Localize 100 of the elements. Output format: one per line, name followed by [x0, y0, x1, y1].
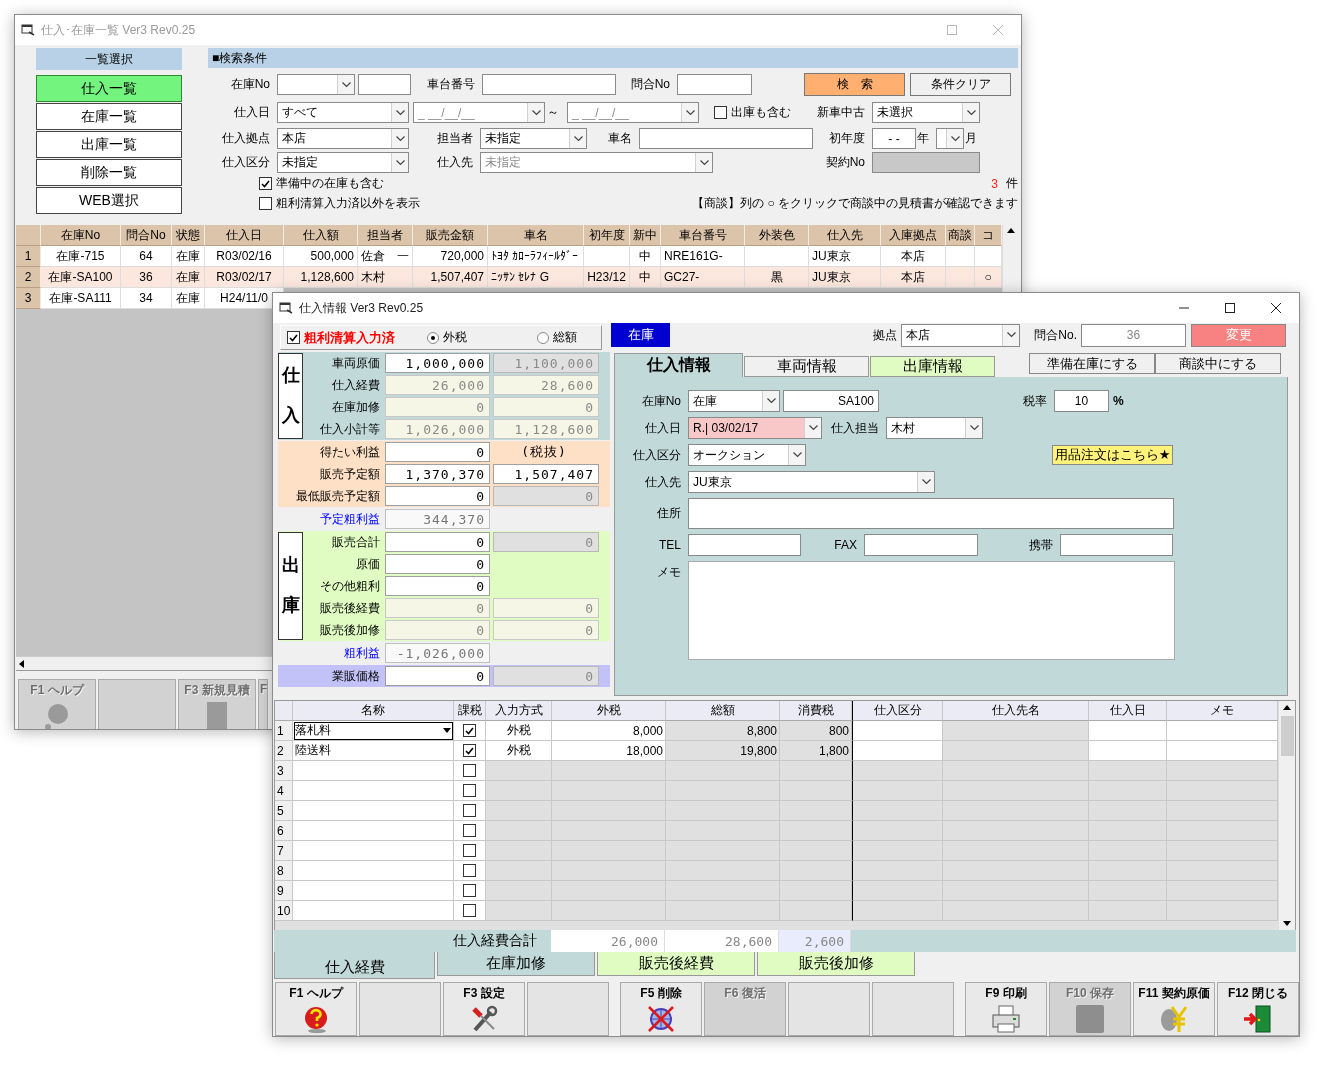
input-field[interactable]: [688, 534, 801, 556]
function-key[interactable]: F12 閉じる: [1217, 982, 1299, 1036]
checkbox[interactable]: [463, 744, 476, 757]
tab[interactable]: 出庫情報: [870, 356, 995, 377]
radio-button[interactable]: [537, 331, 549, 344]
table-cell[interactable]: [293, 841, 454, 861]
amount-field[interactable]: 1,000,000: [385, 353, 490, 373]
tab[interactable]: 仕入情報: [614, 353, 743, 377]
checkbox[interactable]: [463, 784, 476, 797]
checkbox[interactable]: [463, 804, 476, 817]
scroll-thumb[interactable]: [1280, 715, 1294, 756]
table-cell[interactable]: 落札料: [293, 721, 454, 741]
amount-field[interactable]: 0: [385, 532, 490, 552]
input-field[interactable]: [482, 74, 616, 95]
action-button[interactable]: 商談中にする: [1155, 353, 1281, 374]
field-label: 車名: [607, 130, 633, 147]
amount-field: 0: [385, 397, 490, 417]
input-field[interactable]: [872, 152, 980, 173]
tab[interactable]: 販売後経費: [597, 952, 755, 976]
search-button[interactable]: 検 索: [804, 73, 905, 96]
checkbox[interactable]: [259, 197, 272, 210]
checkbox[interactable]: [463, 724, 476, 737]
dropdown[interactable]: 在庫: [688, 390, 780, 412]
checkbox[interactable]: [463, 764, 476, 777]
amount-field[interactable]: 0: [385, 486, 490, 506]
table-cell[interactable]: [293, 801, 454, 821]
amount-field[interactable]: 0: [385, 666, 490, 686]
input-field[interactable]: 36: [1081, 323, 1186, 347]
nav-button[interactable]: WEB選択: [36, 187, 182, 214]
checkbox[interactable]: [463, 904, 476, 917]
input-field[interactable]: [688, 498, 1174, 529]
checkbox[interactable]: [463, 844, 476, 857]
checkbox[interactable]: [463, 864, 476, 877]
dropdown[interactable]: 未選択: [872, 102, 980, 123]
date-field[interactable]: _ __/__/__: [413, 102, 545, 123]
input-field[interactable]: [677, 74, 752, 95]
table-cell[interactable]: 陸送料: [293, 741, 454, 761]
nav-button[interactable]: 出庫一覧: [36, 131, 182, 158]
tab[interactable]: 車両情報: [744, 356, 869, 377]
checkbox[interactable]: [259, 177, 272, 190]
input-field[interactable]: [864, 534, 978, 556]
row-number: 5: [275, 801, 293, 821]
input-field[interactable]: SA100: [783, 390, 879, 412]
amount-field[interactable]: 0: [385, 442, 490, 462]
dropdown[interactable]: 本店: [901, 323, 1021, 347]
chevron-down-icon: [950, 135, 960, 142]
date-field[interactable]: _ __/__/__: [567, 102, 699, 123]
checkbox[interactable]: [287, 331, 300, 344]
dropdown[interactable]: 木村: [886, 417, 983, 439]
nav-button[interactable]: 削除一覧: [36, 159, 182, 186]
link-label[interactable]: 粗利益: [278, 644, 382, 662]
input-field[interactable]: 10: [1054, 390, 1109, 412]
checkbox[interactable]: [714, 106, 727, 119]
checkbox[interactable]: [463, 824, 476, 837]
table-cell[interactable]: [293, 821, 454, 841]
input-field[interactable]: [358, 74, 411, 95]
dropdown[interactable]: 未指定: [277, 152, 409, 173]
dropdown[interactable]: 本店: [277, 128, 409, 149]
amount-field: 1,026,000: [385, 419, 490, 439]
function-key[interactable]: F1 ヘルプ: [275, 982, 357, 1036]
tab[interactable]: 在庫加修: [437, 952, 595, 976]
nav-button[interactable]: 仕入一覧: [36, 75, 182, 102]
nav-button[interactable]: 在庫一覧: [36, 103, 182, 130]
dropdown[interactable]: すべて: [277, 102, 409, 123]
amount-field[interactable]: 0: [385, 576, 490, 596]
memo-field[interactable]: [688, 561, 1175, 660]
dropdown[interactable]: [277, 74, 355, 95]
checkbox[interactable]: [463, 884, 476, 897]
date-field[interactable]: R.| 03/02/17: [688, 417, 822, 439]
function-key[interactable]: F11 契約原価: [1133, 982, 1215, 1036]
table-cell[interactable]: [293, 861, 454, 881]
table-cell[interactable]: [293, 901, 454, 921]
dropdown[interactable]: オークション: [688, 444, 806, 466]
table-cell[interactable]: [293, 881, 454, 901]
table-cell[interactable]: [293, 761, 454, 781]
dropdown[interactable]: JU東京: [688, 471, 935, 493]
month-dropdown[interactable]: [936, 128, 964, 149]
tab[interactable]: 販売後加修: [757, 952, 915, 976]
field-label: 最低販売予定額: [295, 487, 381, 505]
amount-field[interactable]: 0: [385, 554, 490, 574]
table-cell: 1,128,600: [284, 267, 358, 288]
link-label[interactable]: 予定粗利益: [278, 510, 382, 528]
function-key[interactable]: F5 削除: [620, 982, 702, 1036]
function-key[interactable]: F3 設定: [443, 982, 525, 1036]
function-key[interactable]: F9 印刷: [965, 982, 1047, 1036]
dropdown[interactable]: 未指定: [480, 128, 587, 149]
amount-field: 0: [493, 532, 599, 552]
input-field[interactable]: [639, 128, 813, 149]
table-cell[interactable]: [293, 781, 454, 801]
input-field[interactable]: [1060, 534, 1173, 556]
amount-field[interactable]: 1,370,370: [385, 464, 490, 484]
year-field[interactable]: - -: [872, 128, 916, 149]
radio-button[interactable]: [427, 331, 439, 344]
clear-button[interactable]: 条件クリア: [910, 73, 1011, 96]
amount-field[interactable]: 1,507,407: [493, 464, 599, 484]
table-cell: JU東京: [809, 267, 881, 288]
tab[interactable]: 仕入経費: [274, 952, 435, 979]
action-button[interactable]: 準備在庫にする: [1029, 353, 1155, 374]
order-button[interactable]: 用品注文はこちら★: [1052, 445, 1173, 465]
unit-label: 年: [916, 130, 930, 147]
